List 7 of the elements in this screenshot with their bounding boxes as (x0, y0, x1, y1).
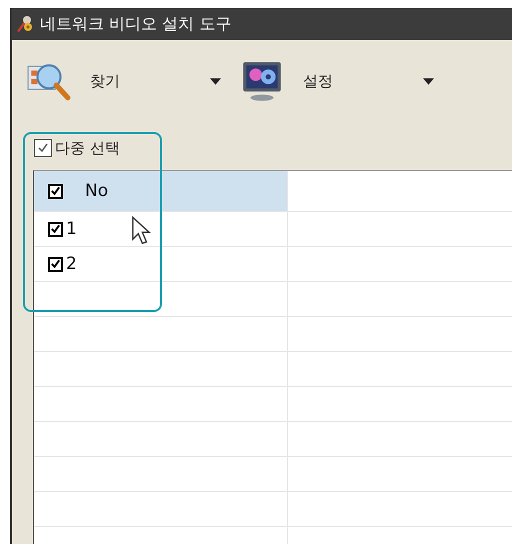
window-title: 네트워크 비디오 설치 도구 (40, 14, 232, 34)
table-cell: 2 (66, 254, 77, 274)
toolbar-button[interactable]: 찾기 (26, 60, 221, 102)
column-header[interactable]: No (34, 171, 288, 211)
toolbar-button[interactable]: 설정 (239, 60, 434, 102)
table-cell: 1 (66, 219, 77, 239)
multi-select-checkbox[interactable]: 다중 선택 (34, 134, 512, 162)
